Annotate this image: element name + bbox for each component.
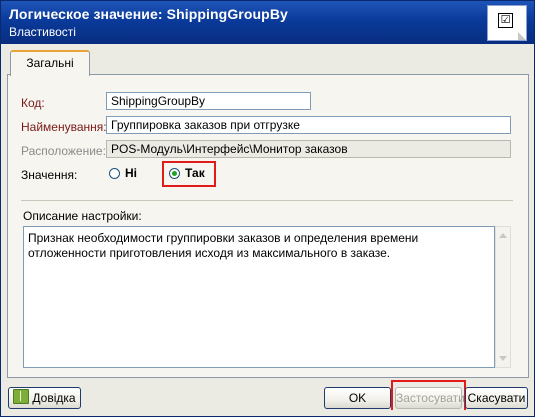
help-button-label: Довідка — [32, 391, 76, 405]
help-book-icon — [13, 389, 30, 404]
description-label: Описание настройки: — [23, 209, 142, 223]
properties-dialog: Логическое значение: ShippingGroupBy Вла… — [0, 0, 535, 417]
radio-no[interactable] — [109, 168, 120, 179]
location-field: POS-Модуль\Интерфейс\Монитор заказов — [106, 140, 511, 158]
dialog-subtitle: Властивості — [9, 25, 76, 39]
scroll-down-icon[interactable] — [499, 356, 507, 361]
code-field[interactable]: ShippingGroupBy — [106, 92, 311, 110]
section-divider — [21, 200, 513, 201]
cancel-button[interactable]: Скасувати — [465, 387, 528, 409]
radio-yes-label[interactable]: Так — [185, 166, 205, 180]
radio-yes[interactable] — [169, 168, 180, 179]
name-field[interactable]: Группировка заказов при отгрузке — [106, 116, 511, 134]
description-scrollbar[interactable] — [495, 226, 511, 368]
radio-no-label[interactable]: Ні — [125, 166, 137, 180]
value-label: Значення: — [21, 168, 78, 182]
tab-general[interactable]: Загальні — [10, 50, 90, 76]
code-label: Код: — [21, 96, 45, 110]
dialog-title: Логическое значение: ShippingGroupBy — [9, 6, 288, 22]
description-textarea[interactable]: Признак необходимости группировки заказо… — [23, 226, 495, 368]
dialog-header: Логическое значение: ShippingGroupBy Вла… — [1, 1, 534, 44]
checkbox-icon: ☑ — [498, 13, 513, 28]
page-fold-icon — [518, 32, 526, 40]
scroll-up-icon[interactable] — [499, 233, 507, 238]
name-label: Найменування: — [21, 120, 107, 134]
ok-button[interactable]: OK — [324, 387, 391, 409]
status-bar — [1, 410, 534, 416]
apply-button[interactable]: Застосувати — [395, 387, 465, 409]
location-label: Расположение: — [21, 144, 106, 158]
help-button[interactable]: Довідка — [8, 387, 81, 409]
checkbox-document-icon: ☑ — [487, 5, 527, 41]
